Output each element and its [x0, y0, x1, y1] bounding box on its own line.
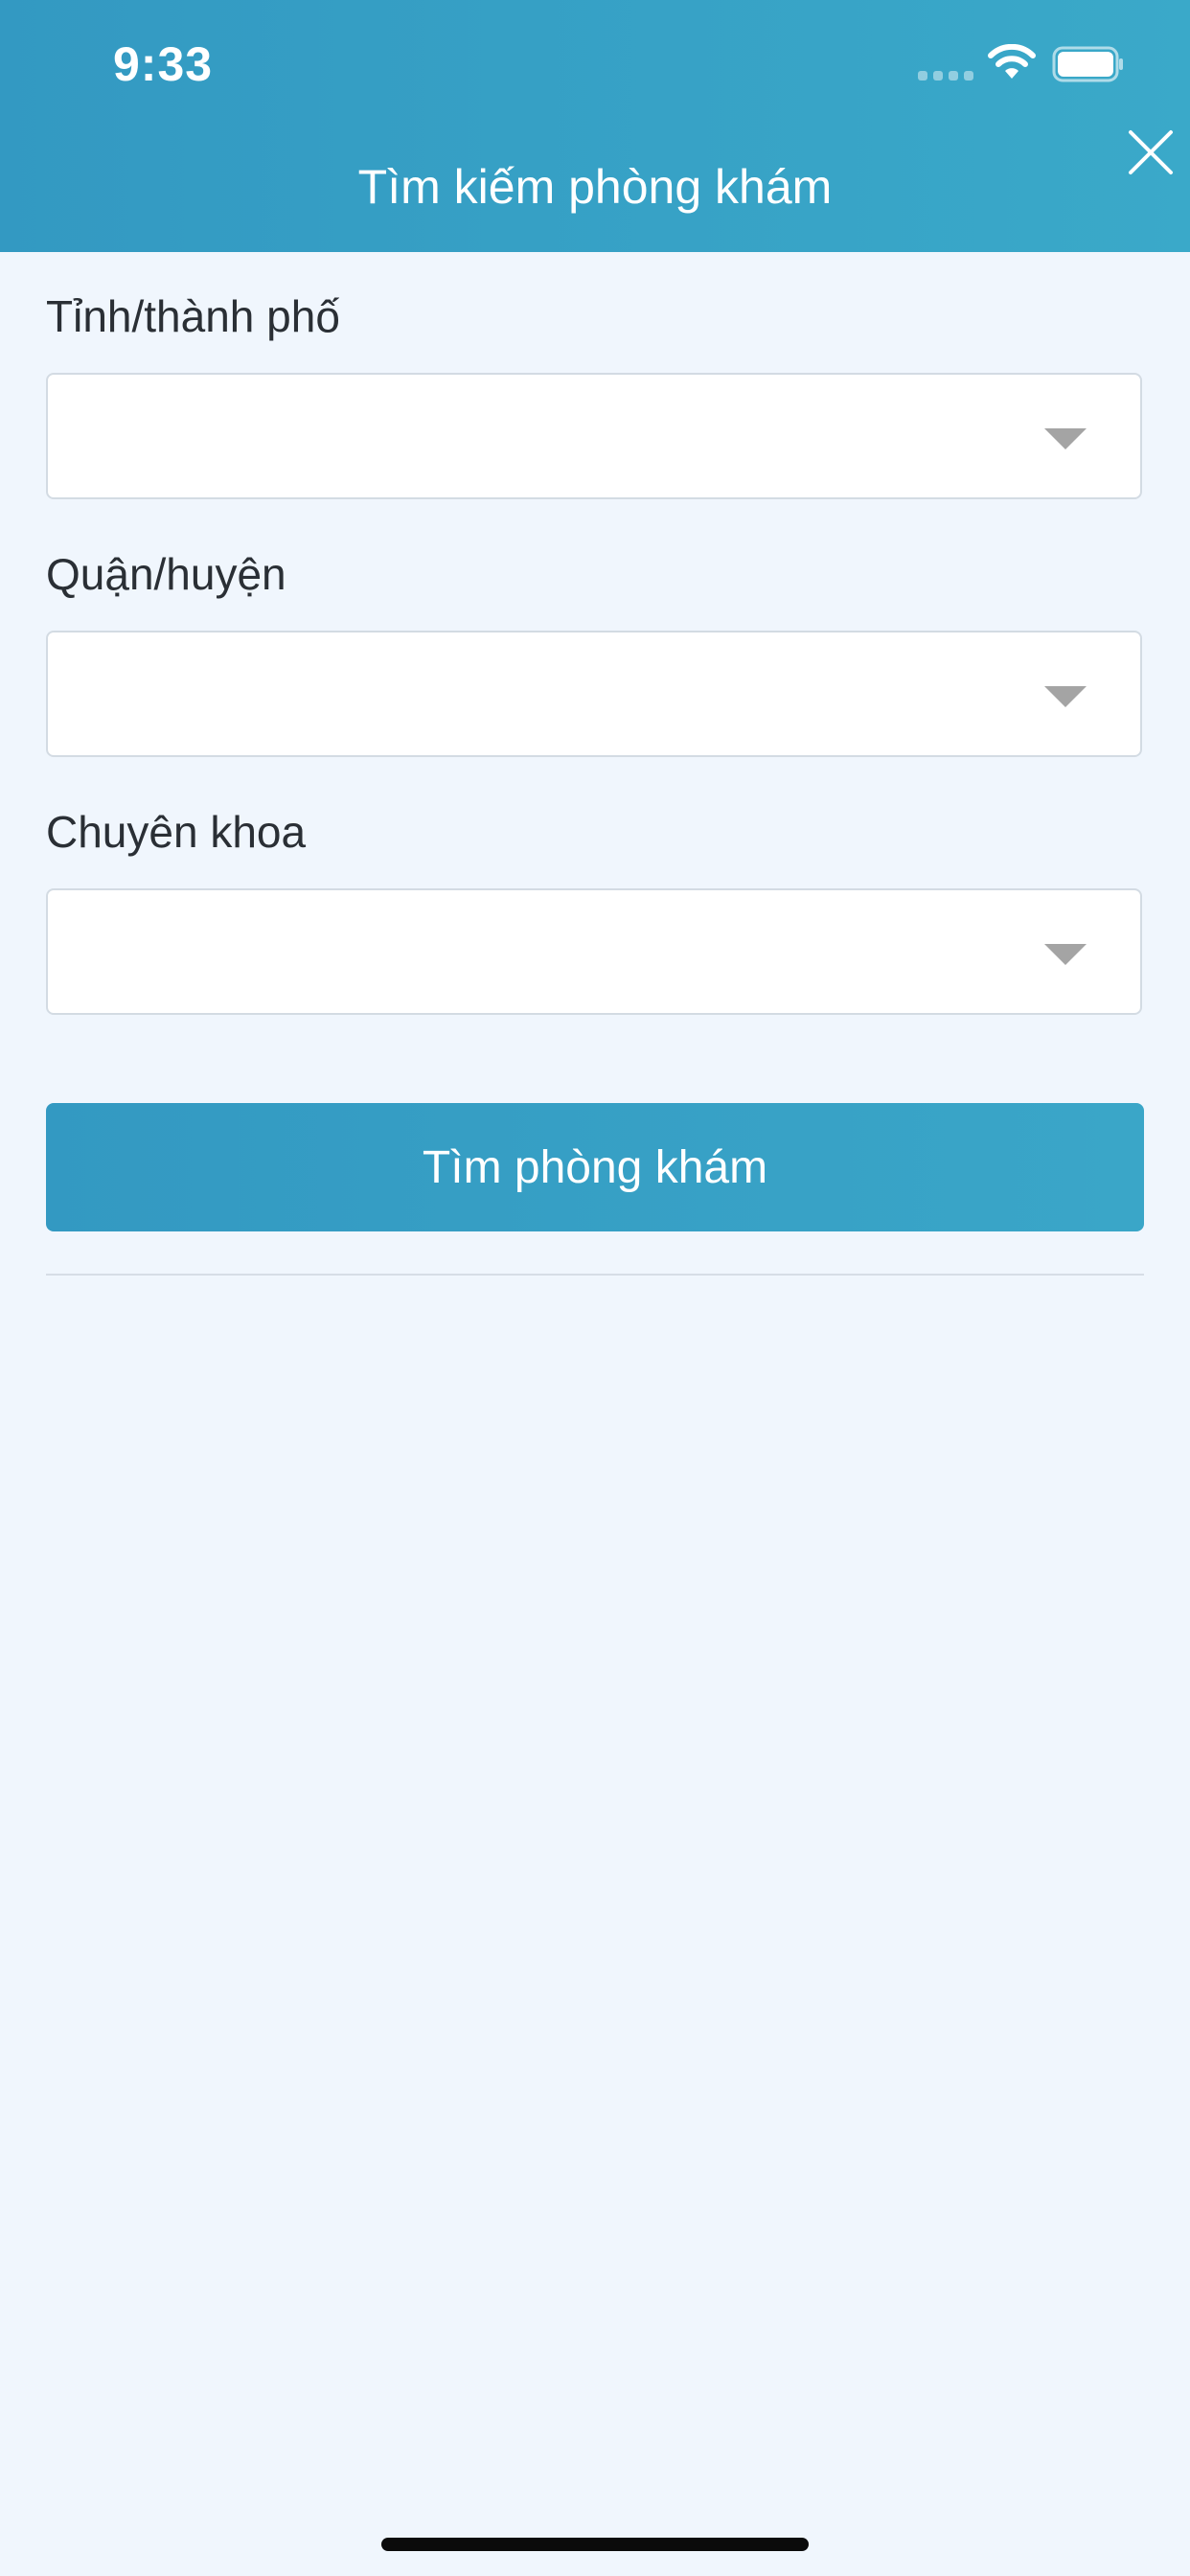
wifi-icon: [988, 44, 1036, 79]
chevron-down-icon: [1044, 428, 1087, 449]
close-icon[interactable]: [1123, 125, 1179, 180]
divider: [46, 1274, 1144, 1276]
specialty-label: Chuyên khoa: [46, 807, 307, 857]
status-time: 9:33: [113, 37, 214, 91]
district-label: Quận/huyện: [46, 549, 286, 599]
header: 9:33 Tìm kiếm phòng khám: [0, 0, 1190, 252]
battery-icon: [1052, 46, 1123, 82]
chevron-down-icon: [1044, 944, 1087, 965]
specialty-select[interactable]: [46, 888, 1142, 1015]
province-select[interactable]: [46, 373, 1142, 499]
signal-icon: [918, 71, 973, 80]
district-select[interactable]: [46, 631, 1142, 757]
page-title: Tìm kiếm phòng khám: [357, 160, 833, 214]
province-label: Tỉnh/thành phố: [46, 291, 340, 341]
chevron-down-icon: [1044, 686, 1087, 707]
home-indicator: [381, 2538, 809, 2551]
search-clinic-button[interactable]: Tìm phòng khám: [46, 1103, 1144, 1231]
